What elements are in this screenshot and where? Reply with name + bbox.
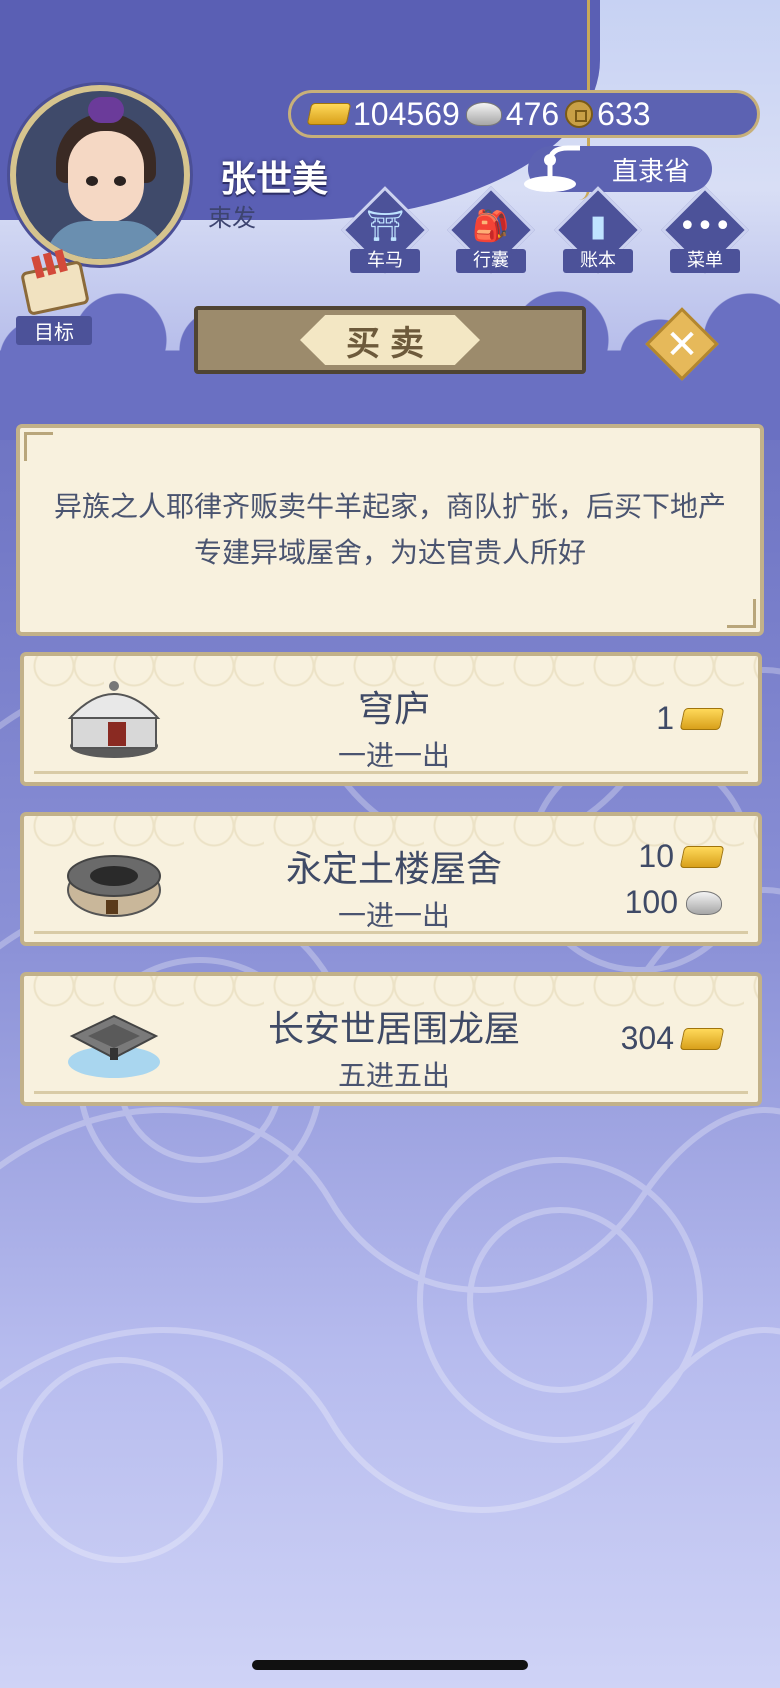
close-icon: ✕: [665, 322, 699, 368]
location-label: 直隶省: [611, 156, 690, 187]
price-silver: 100: [625, 884, 722, 921]
list-item[interactable]: 穹庐 一进一出 1: [20, 652, 762, 786]
silver-ingot-icon: [686, 890, 722, 915]
item-layout: 一进一出: [337, 899, 450, 932]
list-item[interactable]: 永定土楼屋舍 一进一出 10 100: [20, 812, 762, 946]
target-label: 目标: [16, 316, 92, 345]
copper-coin-icon: [565, 100, 594, 128]
item-name: 永定土楼屋舍: [285, 849, 502, 890]
nav-ledger-button[interactable]: ▮ 账本: [553, 186, 643, 285]
price-gold: 10: [638, 838, 725, 875]
scroll-icon: [20, 260, 90, 316]
price-value: 100: [624, 884, 678, 920]
nav-ledger-label: 账本: [563, 249, 633, 273]
bag-icon: 🎒: [472, 209, 510, 244]
player-title: 束发: [208, 204, 256, 232]
list-item[interactable]: 长安世居围龙屋 五进五出 304: [20, 972, 762, 1106]
gold-ingot-icon: [306, 103, 352, 125]
copper-amount: 633: [597, 95, 651, 132]
map-pin-icon: [524, 145, 580, 192]
menu-icon: •••: [678, 209, 732, 244]
panel-title-banner: 买卖: [194, 306, 586, 374]
tulou-icon: [67, 855, 161, 917]
price-value: 10: [638, 838, 674, 874]
avatar-face: [68, 131, 144, 223]
nav-menu-button[interactable]: ••• 菜单: [660, 186, 750, 285]
silver-amount: 476: [505, 95, 560, 132]
avatar-eye-left: [86, 176, 98, 186]
silver-currency: 476: [465, 95, 560, 133]
home-indicator[interactable]: [252, 1660, 528, 1670]
nav-menu-label: 菜单: [670, 249, 740, 273]
gold-ingot-icon: [679, 1027, 725, 1050]
currency-bar: 104569 476 633: [288, 90, 760, 138]
gold-currency: 104569: [306, 95, 460, 133]
nav-bag-button[interactable]: 🎒 行囊: [446, 186, 536, 285]
description-text: 异族之人耶律齐贩卖牛羊起家，商队扩张，后买下地产专建异域屋舍，为达官贵人所好: [53, 490, 726, 569]
nav-carriage-button[interactable]: ⛩ 车马: [340, 186, 430, 285]
yurt-icon: [67, 681, 161, 758]
player-avatar[interactable]: [10, 85, 190, 265]
player-name: 张世美: [220, 159, 329, 200]
price-gold: 1: [656, 700, 725, 737]
carriage-icon: ⛩: [365, 209, 405, 244]
gold-ingot-icon: [679, 707, 725, 730]
avatar-hair-tie: [88, 97, 124, 123]
panel-title: 买卖: [346, 323, 434, 364]
avatar-eye-right: [114, 176, 126, 186]
item-layout: 五进五出: [337, 1059, 450, 1092]
location-button[interactable]: 直隶省: [524, 145, 712, 192]
nav-bag-label: 行囊: [456, 249, 526, 273]
banner-plate: 买卖: [300, 315, 480, 365]
price-value: 1: [656, 700, 674, 736]
nav-carriage-label: 车马: [350, 249, 420, 273]
ledger-icon: ▮: [589, 209, 607, 244]
item-name: 穹庐: [357, 689, 430, 730]
item-layout: 一进一出: [337, 739, 450, 772]
description-panel: 异族之人耶律齐贩卖牛羊起家，商队扩张，后买下地产专建异域屋舍，为达官贵人所好: [16, 424, 764, 636]
silver-ingot-icon: [465, 102, 502, 126]
gold-amount: 104569: [353, 95, 460, 132]
copper-currency: 633: [565, 95, 651, 133]
item-name: 长安世居围龙屋: [267, 1009, 520, 1050]
weilongwu-icon: [68, 1014, 160, 1078]
target-button[interactable]: 目标: [16, 255, 92, 345]
gold-ingot-icon: [679, 845, 725, 868]
price-value: 304: [620, 1020, 674, 1056]
price-gold: 304: [620, 1020, 725, 1057]
